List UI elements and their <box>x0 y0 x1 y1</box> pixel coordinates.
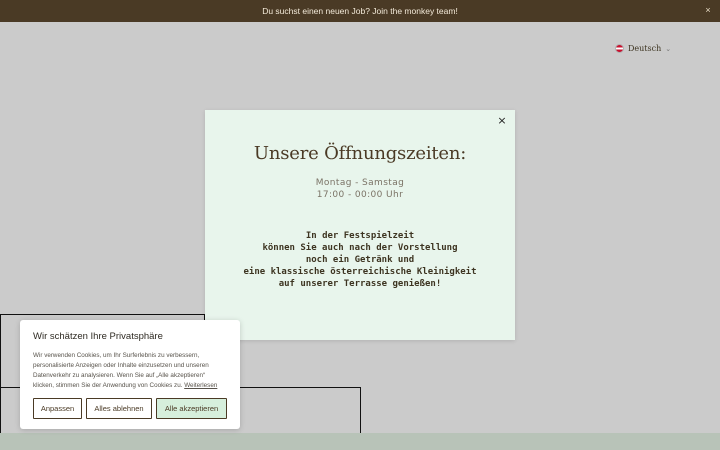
festival-info-line: auf unserer Terrasse genießen! <box>278 279 442 289</box>
language-label: Deutsch <box>628 44 662 53</box>
cookie-title: Wir schätzen Ihre Privatsphäre <box>33 331 163 342</box>
festival-info: In der Festspielzeit können Sie auch nac… <box>205 230 515 290</box>
cookie-banner: Wir schätzen Ihre Privatsphäre Wir verwe… <box>20 320 240 429</box>
close-icon[interactable]: × <box>702 4 714 16</box>
chevron-down-icon: ⌄ <box>665 44 672 53</box>
announcement-bar: Du suchst einen neuen Job? Join the monk… <box>0 0 720 22</box>
cookie-body-text: Wir verwenden Cookies, um Ihr Surferlebn… <box>33 352 209 389</box>
customize-button[interactable]: Anpassen <box>33 398 82 419</box>
accept-all-button[interactable]: Alle akzeptieren <box>156 398 227 419</box>
cookie-description: Wir verwenden Cookies, um Ihr Surferlebn… <box>33 351 227 391</box>
reject-all-button[interactable]: Alles ablehnen <box>86 398 152 419</box>
modal-close-icon[interactable]: × <box>495 114 509 128</box>
language-selector[interactable]: Deutsch ⌄ <box>615 44 671 53</box>
festival-info-line: In der Festspielzeit <box>305 231 415 241</box>
read-more-link[interactable]: Weiterlesen <box>184 382 217 389</box>
cookie-button-row: Anpassen Alles ablehnen Alle akzeptieren <box>33 398 227 419</box>
festival-info-line: können Sie auch nach der Vorstellung <box>262 243 458 253</box>
modal-title: Unsere Öffnungszeiten: <box>253 143 467 164</box>
announcement-text[interactable]: Du suchst einen neuen Job? Join the monk… <box>262 6 458 16</box>
festival-info-line: noch ein Getränk und <box>305 255 415 265</box>
opening-hours-modal: × Unsere Öffnungszeiten: Montag - Samsta… <box>205 110 515 340</box>
footer-strip <box>0 433 720 450</box>
opening-days: Montag - Samstag <box>315 178 405 188</box>
austria-flag-icon <box>615 44 624 53</box>
opening-hours: 17:00 - 00:00 Uhr <box>316 190 404 200</box>
festival-info-line: eine klassische österreichische Kleinigk… <box>243 267 477 277</box>
